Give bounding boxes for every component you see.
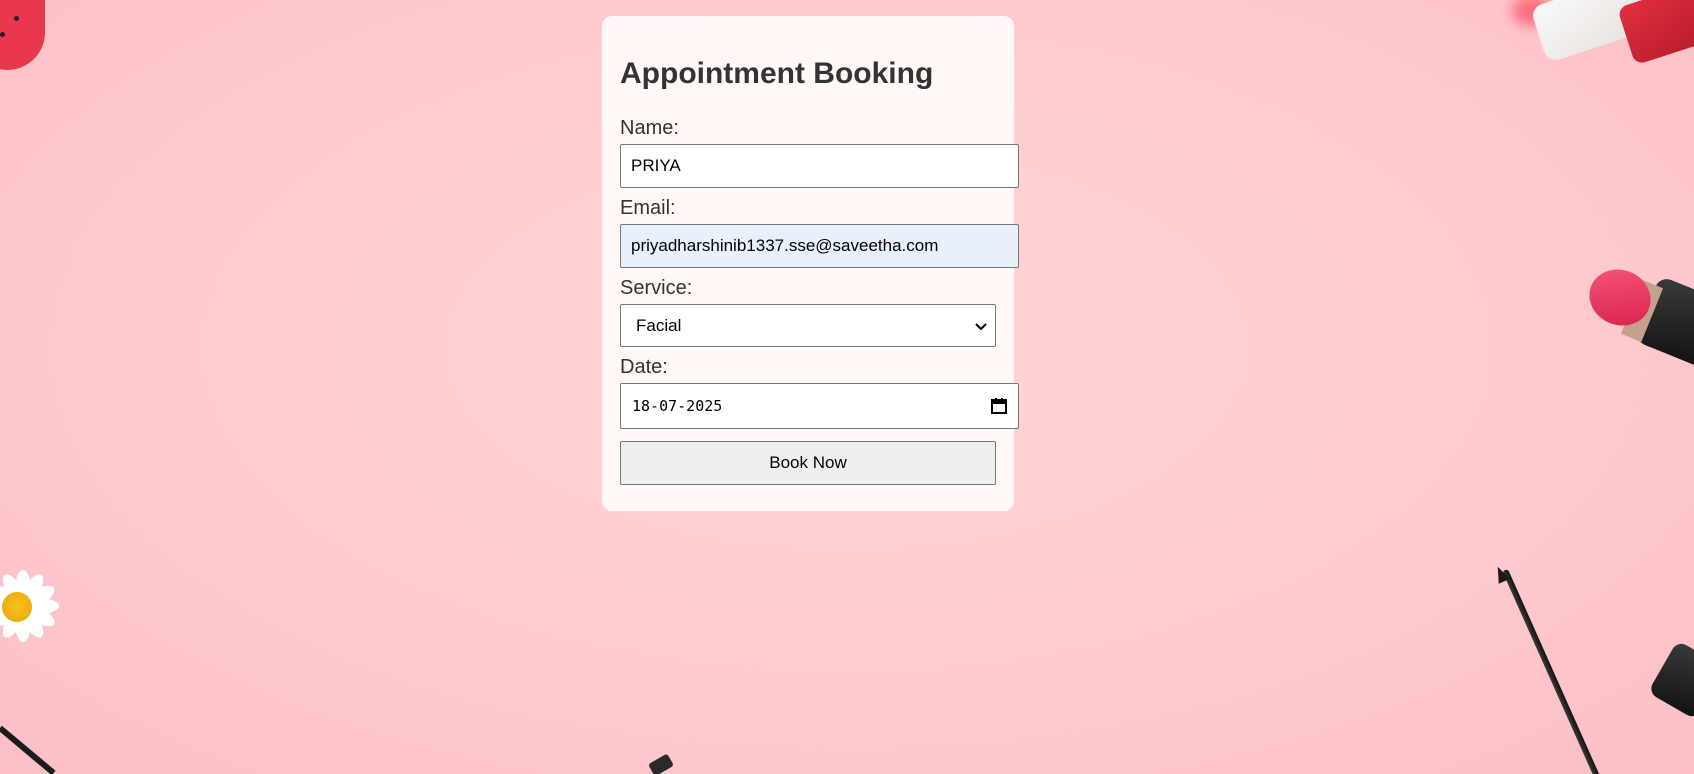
lipstick-decoration-right: [1580, 260, 1694, 390]
date-field[interactable]: 18-07-2025: [620, 383, 1019, 429]
chevron-down-icon: [973, 318, 989, 334]
strawberry-decoration: [0, 0, 45, 70]
date-value: 18-07-2025: [632, 397, 723, 415]
brush-handle-decoration: [0, 725, 56, 774]
email-field[interactable]: priyadharshinib1337.sse@saveetha.com: [620, 224, 1019, 268]
name-field[interactable]: PRIYA: [620, 144, 1019, 188]
compact-decoration: [1647, 640, 1694, 720]
date-label: Date:: [620, 356, 668, 378]
form-title: Appointment Booking: [620, 57, 934, 90]
service-select[interactable]: Facial: [620, 304, 996, 347]
booking-form-card: Appointment Booking Name: PRIYA Email: p…: [602, 16, 1019, 511]
email-value: priyadharshinib1337.sse@saveetha.com: [631, 236, 939, 255]
eyeliner-pencil-decoration: [1502, 568, 1614, 774]
service-label: Service:: [620, 277, 693, 299]
book-now-button[interactable]: Book Now: [620, 441, 996, 485]
name-label: Name:: [620, 117, 679, 139]
email-label: Email:: [620, 197, 676, 219]
brush-tip-decoration: [647, 753, 675, 774]
calendar-icon[interactable]: [990, 397, 1008, 415]
daisy-decoration: [0, 562, 65, 652]
name-value: PRIYA: [631, 156, 681, 175]
service-selected-value: Facial: [636, 315, 682, 335]
lipstick-decoration-top: [1504, 0, 1694, 66]
